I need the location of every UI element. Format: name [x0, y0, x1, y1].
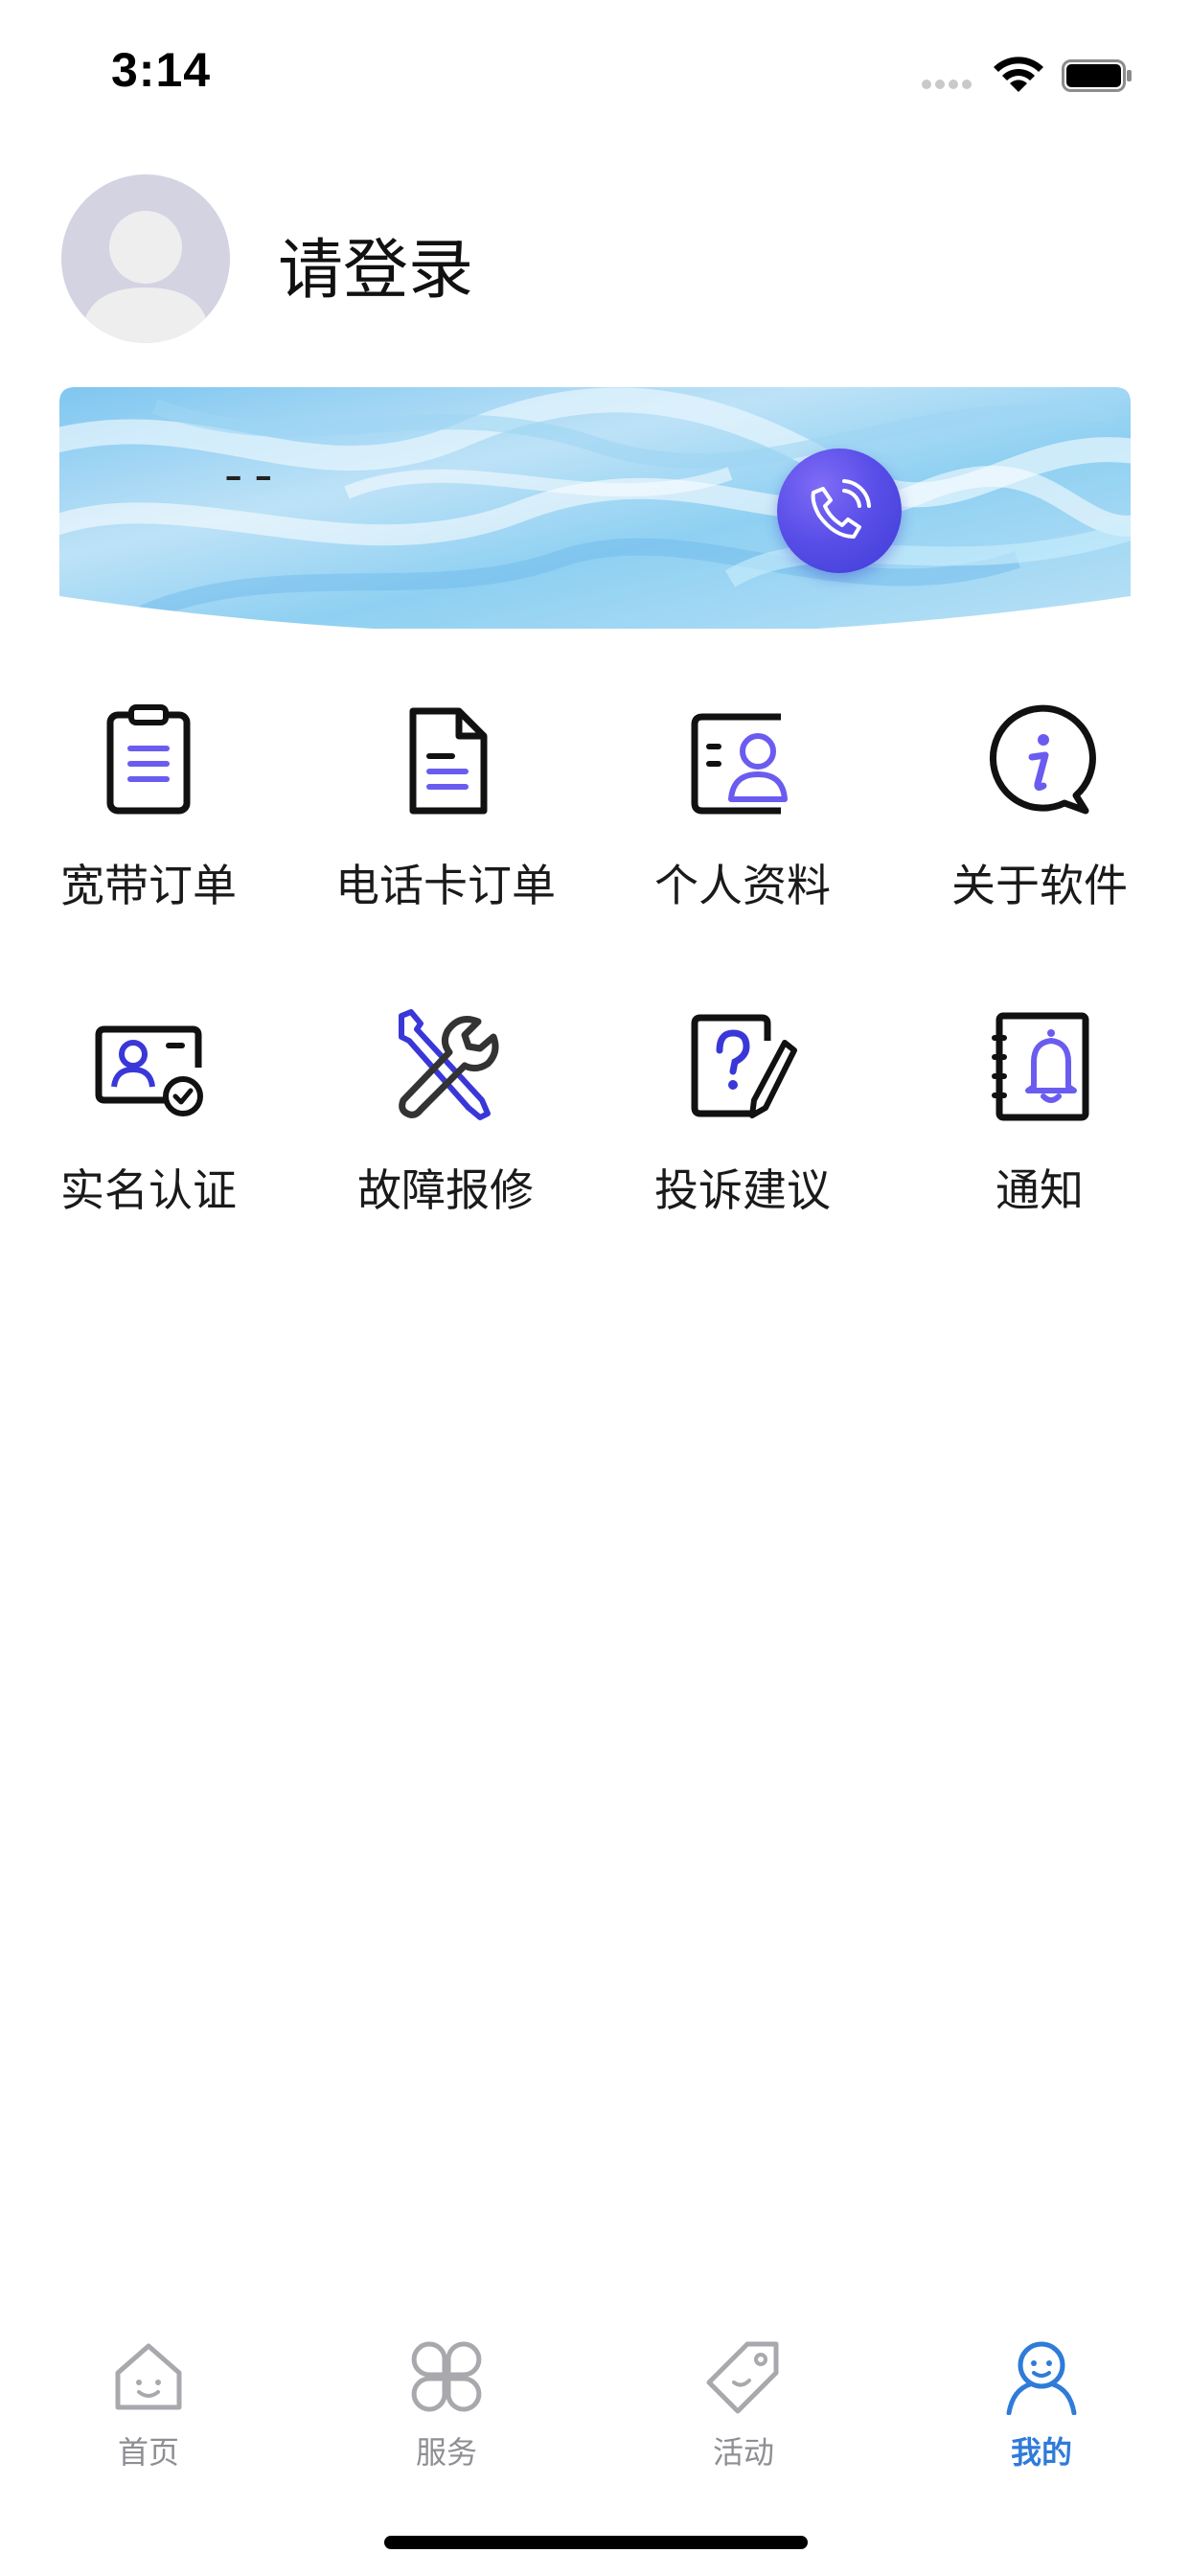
clipboard-icon: [106, 704, 191, 815]
menu-label: 通知: [995, 1164, 1084, 1216]
info-bubble-icon: [990, 704, 1096, 815]
status-bar: 3:14: [0, 0, 1190, 144]
tag-icon: [706, 2341, 779, 2414]
status-time: 3:14: [111, 43, 212, 97]
id-verify-icon: [95, 1025, 203, 1116]
menu-about-software[interactable]: 关于软件: [891, 703, 1188, 914]
tab-mine[interactable]: 我的: [946, 2338, 1137, 2472]
menu-label: 关于软件: [951, 860, 1128, 911]
tab-activities[interactable]: 活动: [648, 2338, 839, 2472]
person-icon: [1006, 2341, 1077, 2415]
question-pen-icon: [691, 1014, 797, 1118]
document-icon: [409, 707, 488, 815]
tab-label: 首页: [117, 2434, 179, 2471]
home-icon: [115, 2343, 182, 2410]
menu-complaints-suggestions[interactable]: 投诉建议: [594, 1008, 891, 1219]
menu-broadband-orders[interactable]: 宽带订单: [0, 703, 297, 914]
banner-value: --: [218, 450, 279, 507]
phone-call-icon: [811, 479, 871, 539]
menu-fault-repair[interactable]: 故障报修: [297, 1008, 594, 1219]
home-indicator[interactable]: [384, 2536, 808, 2549]
cellular-signal-icon: [922, 75, 979, 89]
clover-icon: [411, 2341, 482, 2412]
info-banner: [59, 387, 1131, 629]
menu-label: 个人资料: [654, 860, 831, 911]
call-button[interactable]: [777, 448, 902, 573]
avatar[interactable]: [61, 174, 230, 343]
tab-label: 我的: [1010, 2434, 1072, 2471]
menu-sim-card-orders[interactable]: 电话卡订单: [297, 703, 594, 914]
wifi-icon: [994, 57, 1043, 92]
tab-label: 活动: [712, 2434, 774, 2471]
menu-label: 故障报修: [357, 1164, 534, 1216]
notification-bell-icon: [992, 1012, 1089, 1121]
tab-services[interactable]: 服务: [351, 2338, 542, 2472]
menu-personal-profile[interactable]: 个人资料: [594, 703, 891, 914]
tab-label: 服务: [415, 2434, 477, 2471]
default-avatar-icon: [61, 174, 230, 343]
menu-label: 投诉建议: [654, 1164, 831, 1216]
menu-label: 电话卡订单: [335, 860, 556, 911]
battery-icon: [1062, 59, 1132, 92]
login-prompt[interactable]: 请登录: [278, 217, 473, 311]
menu-label: 实名认证: [60, 1164, 237, 1216]
wrench-screwdriver-icon: [399, 1009, 499, 1120]
menu-notifications[interactable]: 通知: [891, 1008, 1188, 1219]
menu-real-name-verification[interactable]: 实名认证: [0, 1008, 297, 1219]
tab-home[interactable]: 首页: [53, 2338, 244, 2472]
profile-card-icon: [691, 713, 788, 815]
menu-label: 宽带订单: [60, 860, 237, 911]
